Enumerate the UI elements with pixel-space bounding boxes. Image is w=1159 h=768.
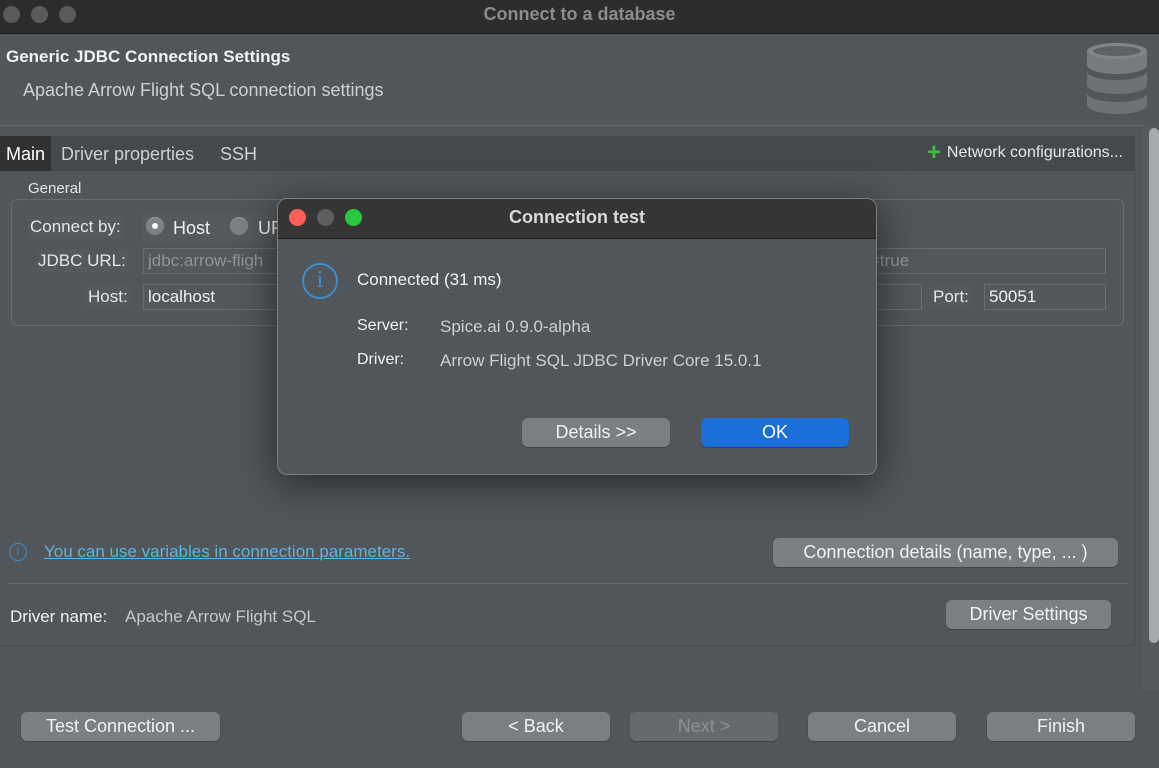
connection-status: Connected (31 ms)	[357, 270, 502, 289]
network-configurations-label: Network configurations...	[946, 144, 1123, 161]
driver-label: Driver:	[357, 351, 405, 368]
divider	[8, 583, 1128, 584]
database-icon	[1087, 43, 1147, 114]
connect-by-host-label[interactable]: Host	[173, 218, 210, 239]
window-title: Connect to a database	[483, 4, 676, 24]
dialog-titlebar: Connection test	[278, 199, 876, 239]
driver-name-value: Apache Arrow Flight SQL	[125, 607, 316, 626]
page-subtitle: Apache Arrow Flight SQL connection setti…	[23, 80, 384, 100]
connection-test-dialog: Connection test i Connected (31 ms) Serv…	[277, 198, 877, 475]
tab-main[interactable]: Main	[0, 136, 52, 171]
jdbc-url-value-start: jdbc:arrow-fligh	[148, 251, 264, 270]
driver-value: Arrow Flight SQL JDBC Driver Core 15.0.1	[440, 351, 762, 370]
info-icon: i	[9, 543, 27, 561]
connect-by-label: Connect by:	[27, 216, 124, 238]
driver-settings-button[interactable]: Driver Settings	[946, 600, 1111, 629]
connection-details-button[interactable]: Connection details (name, type, ... )	[773, 538, 1118, 567]
network-configurations-button[interactable]: + Network configurations...	[926, 139, 1123, 166]
test-connection-button[interactable]: Test Connection ...	[21, 712, 220, 741]
server-label: Server:	[357, 317, 409, 334]
port-field[interactable]: 50051	[984, 284, 1106, 310]
plus-icon: +	[926, 139, 941, 166]
tab-ssh[interactable]: SSH	[214, 136, 263, 171]
server-value: Spice.ai 0.9.0-alpha	[440, 317, 591, 336]
tab-bar: Main Driver properties SSH + Network con…	[0, 136, 1135, 171]
connect-by-host-radio[interactable]	[146, 217, 164, 235]
connect-by-url-label[interactable]: URL	[258, 218, 278, 239]
finish-button[interactable]: Finish	[987, 712, 1135, 741]
page-title: Generic JDBC Connection Settings	[6, 47, 291, 66]
driver-name-label: Driver name:	[10, 607, 108, 626]
variables-help-link[interactable]: You can use variables in connection para…	[44, 542, 410, 562]
back-button[interactable]: < Back	[462, 712, 610, 741]
scrollbar-thumb[interactable]	[1149, 128, 1159, 643]
details-button[interactable]: Details >>	[522, 418, 670, 447]
wizard-header: Generic JDBC Connection Settings Apache …	[0, 35, 1159, 126]
jdbc-url-label: JDBC URL:	[35, 250, 129, 272]
general-section-label: General	[28, 180, 82, 197]
ok-button[interactable]: OK	[701, 418, 849, 447]
dialog-title: Connection test	[508, 207, 645, 227]
connect-by-url-radio[interactable]	[230, 217, 248, 235]
window-titlebar: Connect to a database	[0, 0, 1159, 34]
port-label: Port:	[930, 286, 972, 308]
tab-driver-properties[interactable]: Driver properties	[55, 136, 200, 171]
next-button[interactable]: Next >	[630, 712, 778, 741]
info-icon: i	[302, 263, 338, 299]
cancel-button[interactable]: Cancel	[808, 712, 956, 741]
host-label: Host:	[85, 286, 131, 308]
